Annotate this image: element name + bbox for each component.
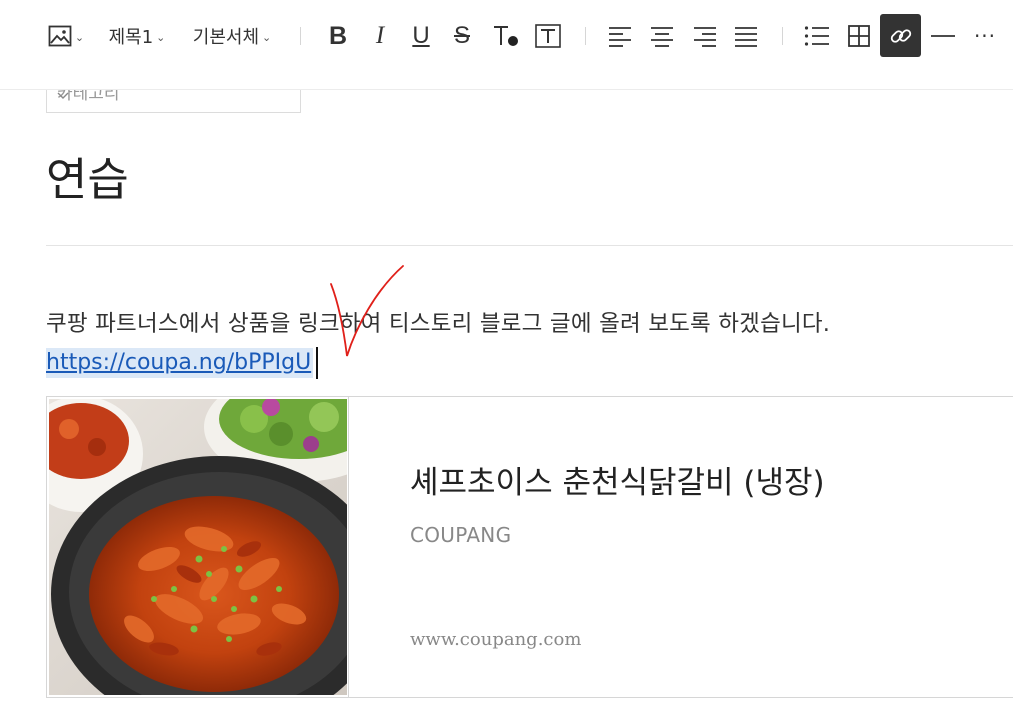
toolbar-divider xyxy=(782,27,783,45)
card-title: 셰프초이스 춘천식닭갈비 (냉장) xyxy=(410,465,825,501)
insert-image-button[interactable]: ⌄ xyxy=(44,16,88,56)
horizontal-line-icon xyxy=(931,34,955,38)
heading-label: 제목1 xyxy=(108,27,154,48)
table-button[interactable] xyxy=(843,16,875,56)
link-preview-card[interactable]: 셰프초이스 춘천식닭갈비 (냉장) COUPANG www.coupang.co… xyxy=(46,396,1013,698)
post-title[interactable]: 연습 xyxy=(46,143,129,208)
font-label: 기본서체 xyxy=(192,27,260,48)
card-url: www.coupang.com xyxy=(410,629,582,650)
align-left-button[interactable] xyxy=(604,16,636,56)
align-right-button[interactable] xyxy=(689,16,721,56)
affiliate-link[interactable]: https://coupa.ng/bPPIgU xyxy=(46,348,314,378)
align-center-button[interactable] xyxy=(646,16,678,56)
strikethrough-button[interactable]: S xyxy=(446,16,478,56)
chevron-down-icon: ⌄ xyxy=(156,30,166,44)
text-background-button[interactable] xyxy=(532,16,564,56)
bold-button[interactable]: B xyxy=(322,16,354,56)
align-justify-button[interactable] xyxy=(730,16,762,56)
bold-icon: B xyxy=(328,21,348,50)
chevron-down-icon: ⌄ xyxy=(262,30,272,44)
italic-button[interactable]: I xyxy=(364,16,396,56)
bulleted-list-button[interactable] xyxy=(801,16,833,56)
underline-icon: U xyxy=(412,22,430,49)
product-image xyxy=(49,399,347,695)
card-source: COUPANG xyxy=(410,523,512,547)
align-justify-icon xyxy=(734,25,758,47)
chevron-down-icon: ⌄ xyxy=(74,30,85,44)
text-color-icon xyxy=(492,24,520,48)
align-center-icon xyxy=(650,25,674,47)
body-paragraph[interactable]: 쿠팡 파트너스에서 상품을 링크하여 티스토리 블로그 글에 올려 보도록 하겠… xyxy=(46,306,830,338)
title-divider xyxy=(46,245,1013,246)
text-background-icon xyxy=(535,24,561,48)
text-cursor xyxy=(316,347,318,379)
more-options-button[interactable]: ··· xyxy=(969,16,1001,56)
card-divider xyxy=(348,397,349,697)
horizontal-line-button[interactable] xyxy=(928,16,958,56)
more-icon: ··· xyxy=(973,24,997,48)
strikethrough-icon: S xyxy=(453,22,470,49)
check-mark-annotation xyxy=(330,265,404,357)
editor-toolbar: ⌄ 제목1 ⌄ 기본서체 ⌄ B I U S ··· xyxy=(0,0,1013,90)
table-icon xyxy=(848,25,870,47)
link-icon xyxy=(889,24,913,48)
heading-dropdown[interactable]: 제목1 ⌄ xyxy=(105,16,169,56)
link-button[interactable] xyxy=(880,14,921,57)
italic-icon: I xyxy=(375,22,385,49)
align-left-icon xyxy=(608,25,632,47)
image-icon xyxy=(48,25,72,47)
underline-button[interactable]: U xyxy=(405,16,437,56)
toolbar-divider xyxy=(300,27,301,45)
align-right-icon xyxy=(693,25,717,47)
toolbar-divider xyxy=(585,27,586,45)
text-color-button[interactable] xyxy=(490,16,522,56)
bulleted-list-icon xyxy=(804,25,830,47)
font-dropdown[interactable]: 기본서체 ⌄ xyxy=(188,16,276,56)
